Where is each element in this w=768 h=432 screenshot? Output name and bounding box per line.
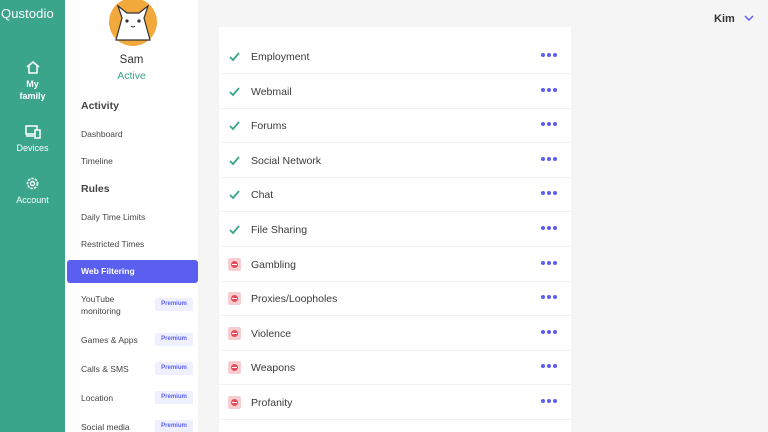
rail-item-devices[interactable]: Devices bbox=[0, 124, 65, 154]
more-options-icon[interactable] bbox=[541, 399, 559, 403]
rail-item-my-family[interactable]: My family bbox=[0, 60, 65, 102]
category-row[interactable]: File Sharing bbox=[219, 213, 571, 247]
category-label: Social Network bbox=[251, 154, 322, 167]
category-row[interactable]: Social Network bbox=[219, 144, 571, 178]
category-label: Profanity bbox=[251, 397, 293, 409]
category-label: Violence bbox=[251, 327, 292, 340]
brand-logo[interactable]: Qustodio bbox=[1, 6, 54, 21]
more-options-icon[interactable] bbox=[541, 295, 559, 300]
category-row[interactable]: Gambling bbox=[219, 248, 571, 282]
nav-item-daily-time-limits[interactable]: Daily Time Limits bbox=[81, 211, 145, 223]
category-row[interactable]: Profanity bbox=[219, 386, 571, 420]
category-label: Webmail bbox=[251, 85, 292, 98]
check-icon bbox=[229, 87, 240, 96]
check-icon bbox=[229, 52, 240, 62]
blocked-icon bbox=[228, 326, 241, 340]
gear-icon bbox=[26, 177, 39, 190]
premium-badge: Premium bbox=[155, 333, 193, 346]
web-filter-categories: Employment Webmail Forums Social Network Cha… bbox=[219, 27, 571, 432]
blocked-icon bbox=[228, 257, 241, 271]
section-heading-activity: Activity bbox=[81, 100, 119, 112]
more-options-icon[interactable] bbox=[541, 260, 559, 265]
category-label: Weapons bbox=[251, 362, 296, 375]
check-icon bbox=[229, 121, 240, 131]
category-label: Chat bbox=[251, 189, 274, 202]
premium-badge: Premium bbox=[155, 391, 193, 404]
check-icon bbox=[229, 156, 240, 166]
nav-item-youtube-monitoring[interactable]: YouTube monitoring bbox=[81, 293, 149, 317]
more-options-icon[interactable] bbox=[541, 156, 559, 161]
more-options-icon[interactable] bbox=[541, 364, 559, 369]
rail-item-label: My family bbox=[19, 79, 46, 101]
premium-badge: Premium bbox=[155, 420, 193, 432]
blocked-icon bbox=[228, 396, 241, 409]
category-row[interactable]: Forums bbox=[219, 109, 571, 144]
nav-item-timeline[interactable]: Timeline bbox=[81, 155, 113, 167]
nav-item-dashboard[interactable]: Dashboard bbox=[81, 128, 123, 140]
premium-badge: Premium bbox=[155, 298, 193, 311]
category-row[interactable]: Employment bbox=[219, 40, 571, 74]
category-label: File Sharing bbox=[251, 224, 308, 236]
more-options-icon[interactable] bbox=[541, 191, 559, 196]
more-options-icon[interactable] bbox=[541, 226, 559, 230]
child-name: Sam bbox=[119, 54, 144, 66]
child-status: Active bbox=[117, 70, 146, 82]
nav-item-location[interactable]: Location bbox=[81, 392, 113, 404]
category-label: Gambling bbox=[251, 258, 296, 271]
category-row[interactable]: Webmail bbox=[219, 75, 571, 109]
category-row[interactable]: Chat bbox=[219, 178, 571, 213]
category-row[interactable]: Violence bbox=[219, 317, 571, 351]
avatar[interactable] bbox=[108, 0, 158, 46]
more-options-icon[interactable] bbox=[541, 122, 559, 127]
blocked-icon bbox=[228, 361, 241, 375]
category-row[interactable]: Weapons bbox=[219, 351, 571, 386]
cut-off-row bbox=[251, 21, 311, 27]
nav-item-social-media[interactable]: Social media bbox=[81, 421, 130, 432]
category-label: Forums bbox=[251, 120, 287, 133]
premium-badge: Premium bbox=[155, 362, 193, 375]
category-label: Proxies/Loopholes bbox=[251, 293, 338, 306]
rail-item-label: Account bbox=[16, 195, 49, 205]
chevron-down-icon[interactable] bbox=[744, 14, 754, 22]
category-row[interactable]: Proxies/Loopholes bbox=[219, 282, 571, 317]
rail-item-account[interactable]: Account bbox=[0, 176, 65, 206]
main-rail: Qustodio My family Devices Account bbox=[0, 0, 65, 432]
more-options-icon[interactable] bbox=[541, 329, 559, 334]
user-menu[interactable]: Kim bbox=[714, 13, 735, 25]
child-panel: Sam Active Activity Dashboard Timeline R… bbox=[65, 0, 198, 432]
home-icon bbox=[26, 61, 39, 74]
nav-item-web-filtering[interactable]: Web Filtering bbox=[67, 260, 198, 283]
more-options-icon[interactable] bbox=[541, 53, 559, 57]
section-heading-rules: Rules bbox=[81, 183, 110, 195]
rail-item-label: Devices bbox=[16, 143, 49, 153]
blocked-icon bbox=[228, 292, 241, 306]
check-icon bbox=[229, 190, 240, 200]
more-options-icon[interactable] bbox=[541, 87, 559, 92]
category-label: Employment bbox=[251, 51, 310, 63]
nav-item-calls-sms[interactable]: Calls & SMS bbox=[81, 363, 129, 375]
nav-item-games-apps[interactable]: Games & Apps bbox=[81, 334, 138, 346]
check-icon bbox=[229, 225, 240, 235]
devices-icon bbox=[24, 125, 41, 139]
nav-item-restricted-times[interactable]: Restricted Times bbox=[81, 238, 144, 250]
